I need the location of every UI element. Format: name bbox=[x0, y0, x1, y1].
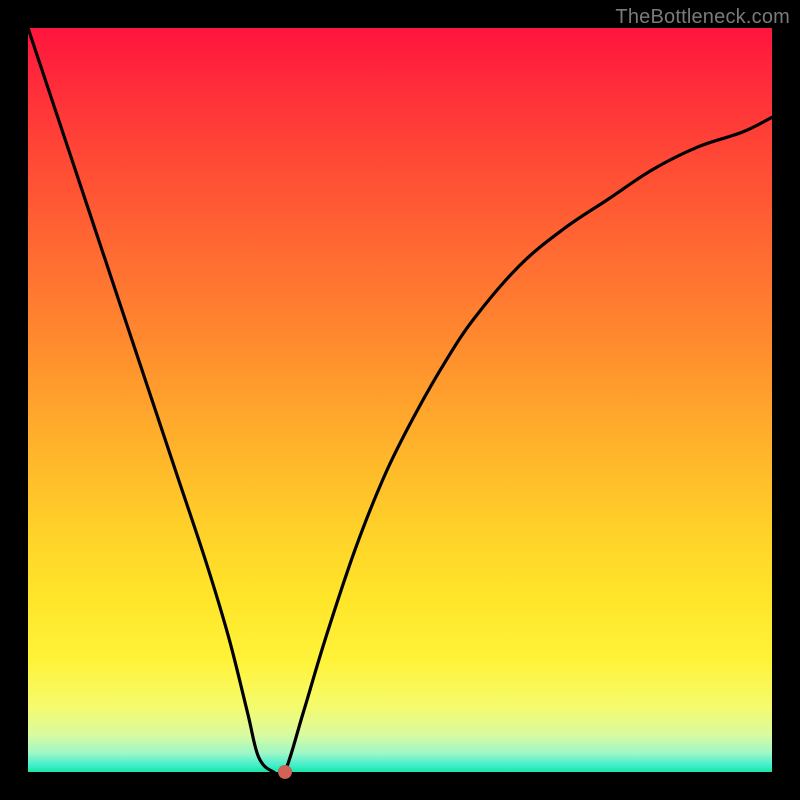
plot-area bbox=[28, 28, 772, 772]
bottleneck-curve bbox=[28, 28, 772, 772]
optimal-point-marker bbox=[278, 765, 292, 779]
chart-frame: TheBottleneck.com bbox=[0, 0, 800, 800]
watermark-text: TheBottleneck.com bbox=[615, 6, 790, 29]
curve-svg bbox=[28, 28, 772, 772]
